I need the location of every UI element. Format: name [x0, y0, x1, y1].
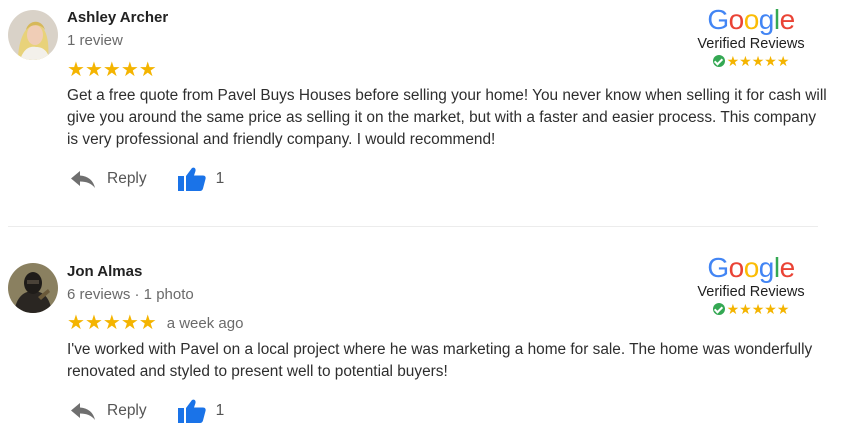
star-icon: ★ — [120, 312, 139, 334]
review-text: I've worked with Pavel on a local projec… — [67, 341, 813, 380]
rating-stars: ★ ★ ★ ★ ★ — [67, 60, 157, 80]
star-icon: ★ — [776, 53, 790, 69]
star-icon: ★ — [764, 301, 777, 317]
reply-icon[interactable] — [70, 401, 96, 421]
star-icon: ★ — [726, 301, 740, 317]
reviewer-meta: 1 review — [67, 32, 123, 49]
google-logo: Google — [707, 4, 795, 35]
star-icon: ★ — [84, 312, 103, 334]
reviewer-meta: 6 reviews · 1 photo — [67, 286, 194, 303]
thumbs-up-icon[interactable] — [177, 166, 207, 192]
star-icon: ★ — [138, 59, 157, 81]
google-verified-badge: Google Verified Reviews ★ ★ ★ ★ ★ — [686, 4, 816, 69]
badge-stars: ★ ★ ★ ★ ★ — [686, 302, 816, 316]
verified-label: Verified Reviews — [697, 284, 805, 300]
reply-button[interactable]: Reply — [107, 170, 147, 188]
check-icon — [712, 55, 725, 67]
reply-icon[interactable] — [70, 169, 96, 189]
google-verified-badge: Google Verified Reviews ★ ★ ★ ★ ★ — [686, 252, 816, 317]
review-actions: Reply 1 — [70, 166, 224, 192]
google-logo: Google — [707, 252, 795, 283]
reviewer-name[interactable]: Jon Almas — [67, 263, 142, 280]
like-count: 1 — [215, 170, 225, 187]
star-icon: ★ — [739, 53, 752, 69]
star-icon: ★ — [84, 59, 103, 81]
rating-stars: ★ ★ ★ ★ ★ a week ago — [67, 313, 243, 333]
star-icon: ★ — [120, 59, 139, 81]
star-icon: ★ — [102, 312, 121, 334]
badge-stars: ★ ★ ★ ★ ★ — [686, 54, 816, 68]
star-icon: ★ — [739, 301, 752, 317]
avatar[interactable] — [8, 263, 58, 313]
star-icon: ★ — [102, 59, 121, 81]
review-text: Get a free quote from Pavel Buys Houses … — [67, 87, 827, 148]
thumbs-up-icon[interactable] — [177, 398, 207, 424]
star-icon: ★ — [138, 312, 157, 334]
star-icon: ★ — [67, 59, 85, 81]
verified-label: Verified Reviews — [697, 36, 805, 52]
review-card: Jon Almas 6 reviews · 1 photo ★ ★ ★ ★ ★ … — [0, 227, 842, 427]
star-icon: ★ — [751, 301, 765, 317]
reply-button[interactable]: Reply — [107, 402, 147, 420]
review-date: a week ago — [166, 314, 244, 332]
star-icon: ★ — [776, 301, 790, 317]
star-icon: ★ — [67, 312, 85, 334]
check-icon — [712, 303, 725, 315]
review-card: Ashley Archer 1 review ★ ★ ★ ★ ★ Get a f… — [0, 0, 842, 226]
star-icon: ★ — [726, 53, 740, 69]
avatar[interactable] — [8, 10, 58, 60]
review-actions: Reply 1 — [70, 398, 224, 424]
star-icon: ★ — [764, 53, 777, 69]
star-icon: ★ — [751, 53, 765, 69]
like-count: 1 — [215, 402, 225, 419]
reviewer-name[interactable]: Ashley Archer — [67, 9, 168, 26]
